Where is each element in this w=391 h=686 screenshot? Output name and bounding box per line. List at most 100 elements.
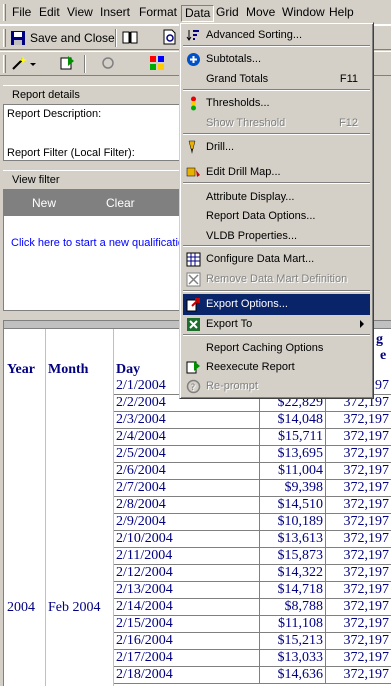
drill-map-icon <box>186 165 201 180</box>
table-row: 2/7/2004 $9,398 372,197 <box>114 480 391 497</box>
data-menu-item-export-to[interactable]: Export To <box>183 314 370 335</box>
cell-total: 372,197 <box>326 616 391 633</box>
menu-edit[interactable]: Edit <box>36 5 63 22</box>
dropdown-arrow-icon[interactable] <box>30 63 36 66</box>
export-options-icon <box>186 297 201 312</box>
save-and-close-button[interactable]: Save and Close <box>10 29 115 47</box>
menu-format[interactable]: Format <box>136 5 180 22</box>
data-menu-item-label: Configure Data Mart... <box>206 253 315 265</box>
cell-day: 2/10/2004 <box>114 531 260 548</box>
data-menu-item-thresholds[interactable]: Thresholds... <box>183 93 370 114</box>
cell-revenue: $14,718 <box>260 582 326 599</box>
data-menu-item-label: Export Options... <box>206 298 288 310</box>
data-menu-item-report-caching-options[interactable]: Report Caching Options <box>183 338 370 359</box>
data-menu-item-label: Export To <box>206 318 253 330</box>
cell-day: 2/5/2004 <box>114 446 260 463</box>
header-month[interactable]: Month <box>48 362 88 378</box>
data-menu-item-configure-data-mart[interactable]: Configure Data Mart... <box>183 249 370 270</box>
data-menu-item-label: Remove Data Mart Definition <box>206 273 348 285</box>
cell-year: 2004 <box>7 600 35 615</box>
data-menu-item-remove-data-mart-definition[interactable]: Remove Data Mart Definition <box>183 269 370 290</box>
report-filter-label: Report Filter (Local Filter): <box>7 147 135 159</box>
floppy-disk-icon <box>10 30 26 46</box>
table-row: 2/3/2004 $14,048 372,197 <box>114 412 391 429</box>
data-menu-item-advanced-sorting[interactable]: Advanced Sorting... <box>183 25 370 46</box>
cell-revenue: $15,873 <box>260 548 326 565</box>
table-row: 2/9/2004 $10,189 372,197 <box>114 514 391 531</box>
menu-grid[interactable]: Grid <box>213 5 242 22</box>
cell-revenue: $9,398 <box>260 480 326 497</box>
data-menu-item-shortcut: F12 <box>339 117 358 129</box>
view-filter-title: View filter <box>12 174 60 186</box>
data-menu-item-drill[interactable]: Drill... <box>183 137 370 158</box>
toolbar-grip <box>3 29 6 47</box>
cell-total: 372,197 <box>326 599 391 616</box>
cell-total: 372,197 <box>326 565 391 582</box>
menu-insert[interactable]: Insert <box>97 5 133 22</box>
drill-icon <box>186 140 201 155</box>
menu-move[interactable]: Move <box>243 5 278 22</box>
data-menu-dropdown: Advanced Sorting... Subtotals... Grand Tot… <box>179 22 374 399</box>
data-menu-item-reexecute-report[interactable]: Reexecute Report <box>183 357 370 378</box>
menu-window[interactable]: Window <box>279 5 328 22</box>
table-row: 2/16/2004 $15,213 372,197 <box>114 633 391 650</box>
cell-day: 2/6/2004 <box>114 463 260 480</box>
submenu-arrow-icon <box>360 320 364 328</box>
data-mart-icon <box>186 252 201 267</box>
data-menu-item-attribute-display[interactable]: Attribute Display... <box>183 187 370 208</box>
objects-icon[interactable] <box>149 55 165 71</box>
table-row: 2/5/2004 $13,695 372,197 <box>114 446 391 463</box>
table-row: 2/18/2004 $14,636 372,197 <box>114 667 391 684</box>
menu-view[interactable]: View <box>64 5 96 22</box>
header-year[interactable]: Year <box>7 362 35 378</box>
new-qualification-link[interactable]: Click here to start a new qualificatio <box>11 237 184 249</box>
data-menu-item-export-options[interactable]: Export Options... <box>183 294 370 315</box>
cell-day: 2/4/2004 <box>114 429 260 446</box>
new-button[interactable]: New <box>32 196 56 210</box>
cell-day: 2/18/2004 <box>114 667 260 684</box>
cell-revenue: $13,695 <box>260 446 326 463</box>
cell-total: 372,197 <box>326 514 391 531</box>
data-menu-item-report-data-options[interactable]: Report Data Options... <box>183 206 370 227</box>
cell-total: 372,197 <box>326 429 391 446</box>
sort-icon <box>186 28 201 43</box>
data-menu-item-shortcut: F11 <box>339 73 358 85</box>
view-filter-header: View filter <box>3 170 193 190</box>
cell-total: 372,197 <box>326 650 391 667</box>
view-filter-toolbar: New Clear <box>3 190 193 216</box>
data-menu-item-grand-totals[interactable]: Grand Totals F11 <box>183 69 370 90</box>
cell-total: 372,197 <box>326 548 391 565</box>
book-icon[interactable] <box>122 29 138 45</box>
cell-day: 2/3/2004 <box>114 412 260 429</box>
data-menu-item-label: Attribute Display... <box>206 191 295 203</box>
menu-help[interactable]: Help <box>326 5 357 22</box>
save-and-close-label: Save and Close <box>30 31 115 45</box>
data-menu-item-show-threshold[interactable]: Show Threshold F12 <box>183 113 370 134</box>
menu-file[interactable]: File <box>9 5 34 22</box>
reexecute-icon <box>186 360 201 375</box>
cell-day: 2/8/2004 <box>114 497 260 514</box>
data-menu-item-re-prompt[interactable]: ? Re-prompt <box>183 376 370 397</box>
reprompt-icon: ? <box>186 379 201 394</box>
table-row: 2/6/2004 $11,004 372,197 <box>114 463 391 480</box>
header-metric-partial[interactable]: g <box>376 332 383 348</box>
print-preview-icon[interactable] <box>162 29 178 45</box>
report-details-title: Report details <box>12 89 80 101</box>
data-menu-item-vldb-properties[interactable]: VLDB Properties... <box>183 226 370 247</box>
header-metric-partial-2[interactable]: e <box>380 348 386 364</box>
table-row: 2/12/2004 $14,322 372,197 <box>114 565 391 582</box>
cell-month: Feb 2004 <box>48 600 101 615</box>
data-menu-item-subtotals[interactable]: Subtotals... <box>183 49 370 70</box>
run-report-icon[interactable] <box>59 55 75 71</box>
header-day[interactable]: Day <box>116 362 140 378</box>
wand-icon[interactable] <box>11 55 27 71</box>
data-menu-item-edit-drill-map[interactable]: Edit Drill Map... <box>183 162 370 183</box>
menu-data[interactable]: Data <box>181 5 215 22</box>
clear-button[interactable]: Clear <box>106 196 135 210</box>
cell-revenue: $14,322 <box>260 565 326 582</box>
table-row: 2/10/2004 $13,613 372,197 <box>114 531 391 548</box>
cell-revenue: $11,004 <box>260 463 326 480</box>
table-row: 2/11/2004 $15,873 372,197 <box>114 548 391 565</box>
table-row: 2/17/2004 $13,033 372,197 <box>114 650 391 667</box>
svg-text:?: ? <box>191 383 196 393</box>
